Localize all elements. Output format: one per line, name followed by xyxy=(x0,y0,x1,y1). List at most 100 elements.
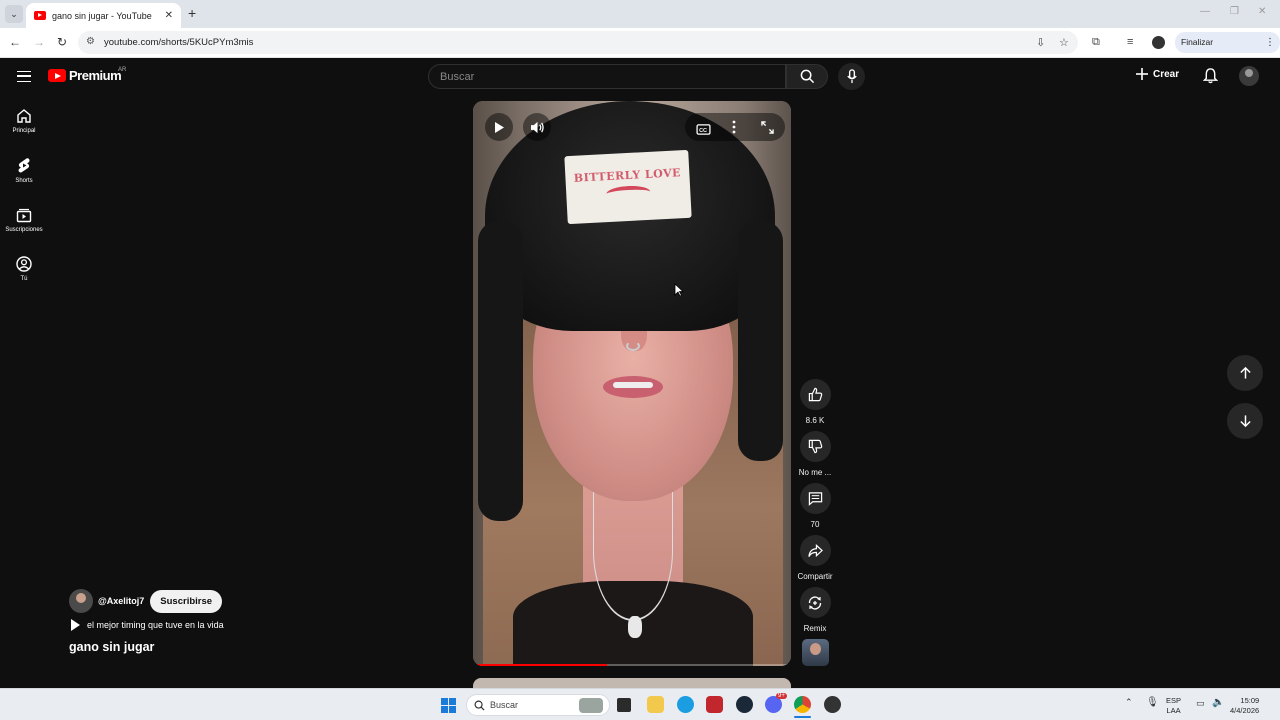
video-progress-bar[interactable] xyxy=(473,664,791,666)
tab-search-button[interactable]: ⌄ xyxy=(5,5,23,23)
notifications-button[interactable] xyxy=(1202,67,1219,89)
comment-count: 70 xyxy=(810,520,820,529)
windows-start-button[interactable] xyxy=(441,698,456,713)
video-frame-detail xyxy=(478,221,523,521)
video-frame-detail xyxy=(605,184,651,202)
search-input[interactable]: Buscar xyxy=(428,64,786,89)
subscriptions-icon xyxy=(16,208,32,223)
play-button[interactable] xyxy=(485,113,513,141)
logo-text[interactable]: Premium xyxy=(69,68,122,83)
menu-icon[interactable] xyxy=(17,71,31,82)
forward-button[interactable]: → xyxy=(33,35,45,49)
youtube-logo-icon[interactable] xyxy=(48,69,66,82)
next-short-button[interactable] xyxy=(1227,403,1263,439)
video-frame-patch: BITTERLY LOVE xyxy=(564,149,692,225)
chrome-menu-icon[interactable]: ⋮ xyxy=(1265,32,1275,53)
fullscreen-button[interactable] xyxy=(761,121,774,139)
svg-text:CC: CC xyxy=(699,128,707,134)
short-description[interactable]: el mejor timing que tuve en la vida xyxy=(71,619,224,631)
remix-button[interactable]: Remix xyxy=(798,587,832,633)
voice-search-button[interactable] xyxy=(838,63,865,90)
file-explorer-icon[interactable] xyxy=(647,696,664,713)
channel-info: @Axelitoj7 Suscribirse xyxy=(69,589,223,613)
thumbs-up-icon xyxy=(808,387,822,402)
volume-tray-icon[interactable]: 🔈 xyxy=(1212,697,1224,708)
sidebar-item-shorts[interactable]: Shorts xyxy=(0,157,48,184)
like-button[interactable]: 8.6 K xyxy=(798,379,832,425)
channel-thumbnail[interactable] xyxy=(802,639,829,666)
minimize-button[interactable]: — xyxy=(1200,6,1210,17)
thumbs-down-icon xyxy=(808,439,822,454)
clock[interactable]: 15:09 4/4/2026 xyxy=(1230,696,1259,716)
taskbar-search-label: Buscar xyxy=(490,700,519,710)
fullscreen-icon xyxy=(761,121,774,134)
search-highlight-icon xyxy=(579,698,603,713)
microphone-icon xyxy=(846,69,857,84)
account-avatar[interactable] xyxy=(1239,66,1259,86)
back-button[interactable]: ← xyxy=(9,35,21,49)
play-icon xyxy=(71,619,80,631)
dislike-button[interactable]: No me ... xyxy=(798,431,832,477)
language-indicator[interactable]: ESP LAA xyxy=(1166,696,1181,716)
acrobat-icon[interactable] xyxy=(706,696,723,713)
discord-badge: 9+ xyxy=(776,693,787,699)
video-frame-detail xyxy=(603,376,663,398)
new-tab-button[interactable]: + xyxy=(188,5,196,21)
browser-tab-strip: ⌄ gano sin jugar - YouTube ✕ + — ❐ ✕ xyxy=(0,0,1280,28)
create-label: Crear xyxy=(1153,68,1180,80)
install-app-icon[interactable]: ⇩ xyxy=(1036,36,1045,49)
steam-icon[interactable] xyxy=(736,696,753,713)
site-info-icon[interactable]: ⚙ xyxy=(86,36,95,47)
restore-button[interactable]: ❐ xyxy=(1230,6,1239,17)
app-icon[interactable] xyxy=(824,696,841,713)
active-app-indicator xyxy=(794,716,811,718)
more-options-button[interactable] xyxy=(732,120,736,139)
profile-avatar[interactable] xyxy=(1152,36,1165,49)
sidebar-item-home[interactable]: Principal xyxy=(0,108,48,134)
comments-button[interactable]: 70 xyxy=(798,483,832,529)
region-code: AR xyxy=(118,67,127,73)
share-icon xyxy=(807,543,823,557)
shorts-video-player[interactable]: BITTERLY LOVE CC xyxy=(473,101,791,666)
like-count: 8.6 K xyxy=(805,416,825,425)
volume-icon xyxy=(530,121,544,133)
previous-short-button[interactable] xyxy=(1227,355,1263,391)
taskbar-search[interactable]: Buscar xyxy=(466,694,610,716)
sidebar-item-subscriptions[interactable]: Suscripciones xyxy=(0,207,48,233)
sidebar-item-label: Suscripciones xyxy=(5,227,43,233)
media-controls-icon[interactable]: ≡ xyxy=(1127,36,1133,48)
channel-avatar[interactable] xyxy=(69,589,93,613)
search-button[interactable] xyxy=(786,64,828,89)
address-bar[interactable]: ⚙ youtube.com/shorts/5KUcPYm3mis ⇩ ☆ xyxy=(78,31,1078,54)
mute-button[interactable] xyxy=(523,113,551,141)
browser-tab-youtube[interactable]: gano sin jugar - YouTube ✕ xyxy=(26,3,181,28)
sidebar-item-label: Principal xyxy=(12,128,36,134)
shorts-icon xyxy=(18,158,30,173)
subscribe-button[interactable]: Suscribirse xyxy=(150,589,223,613)
share-button[interactable]: Compartir xyxy=(797,535,833,581)
comment-icon xyxy=(808,492,822,506)
close-window-button[interactable]: ✕ xyxy=(1258,6,1266,17)
plus-icon xyxy=(1136,68,1148,80)
lang-bottom: LAA xyxy=(1166,706,1181,715)
reload-button[interactable]: ↻ xyxy=(57,35,67,49)
edge-icon[interactable] xyxy=(677,696,694,713)
captions-button[interactable]: CC xyxy=(696,122,711,140)
home-icon xyxy=(17,109,31,123)
network-icon[interactable]: ▭ xyxy=(1196,698,1205,709)
url-text: youtube.com/shorts/5KUcPYm3mis xyxy=(104,37,254,48)
chrome-icon[interactable] xyxy=(794,696,811,713)
task-view-icon[interactable] xyxy=(617,698,631,712)
channel-handle[interactable]: @Axelitoj7 xyxy=(98,596,144,606)
tab-close-icon[interactable]: ✕ xyxy=(165,10,173,21)
dislike-label: No me ... xyxy=(798,468,832,477)
bookmark-star-icon[interactable]: ☆ xyxy=(1059,36,1069,49)
extensions-icon[interactable]: ⧉ xyxy=(1092,36,1100,49)
description-text: el mejor timing que tuve en la vida xyxy=(87,620,224,630)
sidebar-item-you[interactable]: Tú xyxy=(0,256,48,282)
search-icon xyxy=(474,700,485,711)
tray-expand-icon[interactable]: ⌃ xyxy=(1125,697,1133,708)
create-button[interactable]: Crear xyxy=(1135,67,1179,81)
update-button[interactable]: Finalizar actualización ⋮ xyxy=(1175,32,1280,68)
microphone-tray-icon[interactable]: 🎙 xyxy=(1146,697,1159,708)
